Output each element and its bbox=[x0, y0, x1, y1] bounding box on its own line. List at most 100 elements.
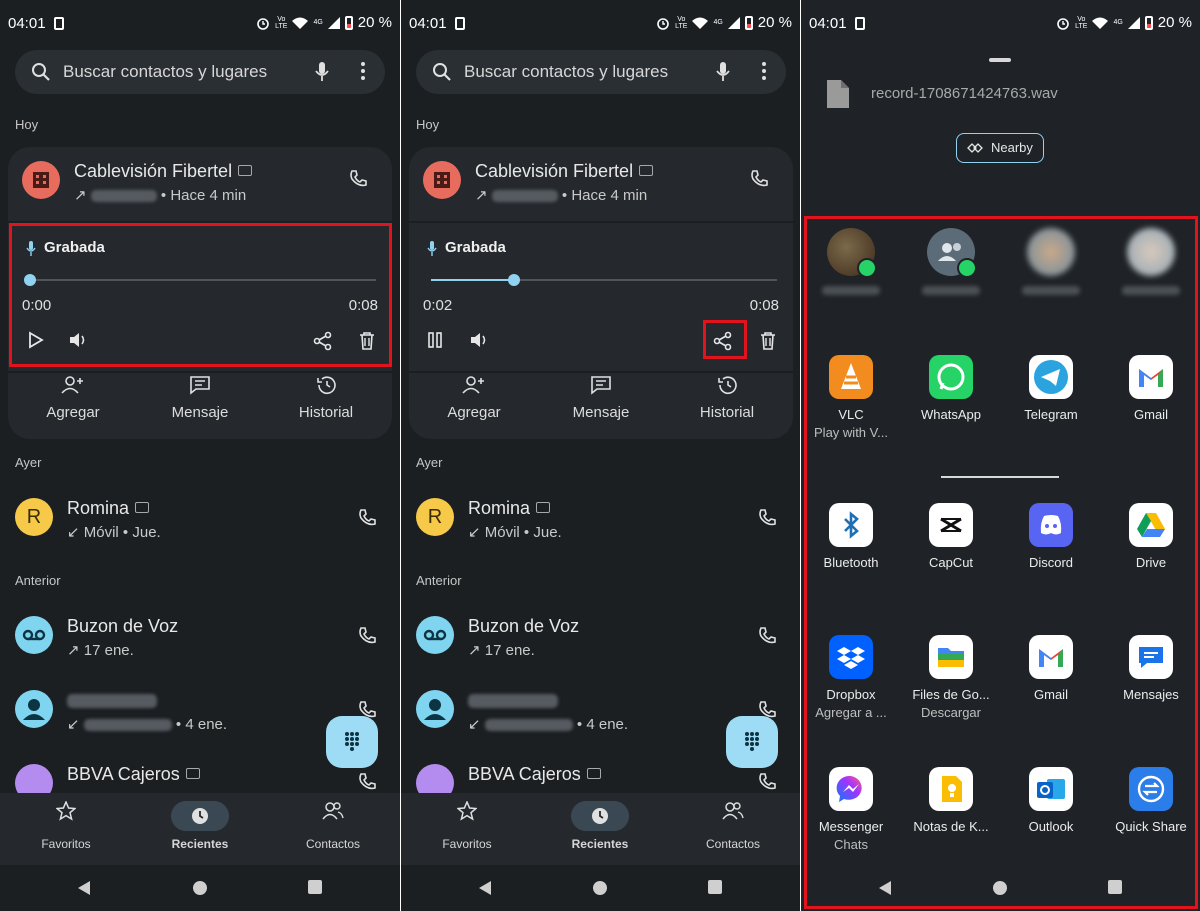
network-type-label: 4G bbox=[713, 19, 723, 26]
back-icon[interactable] bbox=[477, 880, 493, 896]
contact-name[interactable]: Buzon de Voz bbox=[468, 616, 579, 637]
message-button[interactable]: Mensaje bbox=[150, 375, 250, 421]
call-icon[interactable] bbox=[357, 772, 377, 792]
dialpad-button[interactable] bbox=[326, 716, 378, 768]
tab-recents[interactable]: Recientes bbox=[145, 801, 255, 851]
section-header-yesterday: Ayer bbox=[15, 455, 42, 470]
delete-icon[interactable] bbox=[759, 331, 777, 351]
blurred-name bbox=[468, 694, 558, 709]
section-header-earlier: Anterior bbox=[416, 573, 462, 588]
pause-icon[interactable] bbox=[427, 331, 443, 349]
search-placeholder: Buscar contactos y lugares bbox=[63, 62, 268, 81]
search-icon bbox=[433, 63, 451, 81]
more-options-icon[interactable] bbox=[762, 62, 766, 80]
wifi-icon bbox=[292, 17, 309, 29]
battery-icon bbox=[1144, 15, 1153, 30]
home-icon[interactable] bbox=[192, 880, 208, 896]
search-bar[interactable]: Buscar contactos y lugares bbox=[416, 50, 786, 94]
recents-overview-icon[interactable] bbox=[308, 880, 322, 894]
wifi-icon bbox=[1092, 17, 1109, 29]
phone-app-playing-panel: 04:01 Vo LTE 4G 20 % Buscar contactos y l… bbox=[401, 0, 800, 911]
tab-favorites[interactable]: Favoritos bbox=[11, 800, 121, 851]
building-icon bbox=[434, 172, 450, 188]
battery-level: 20 % bbox=[1157, 14, 1192, 31]
contact-name[interactable]: Cablevisión Fibertel bbox=[74, 161, 253, 182]
more-options-icon[interactable] bbox=[361, 62, 365, 80]
contact-name[interactable]: Romina bbox=[67, 498, 150, 519]
history-button[interactable]: Historial bbox=[276, 375, 376, 421]
call-icon[interactable] bbox=[757, 508, 777, 528]
star-icon bbox=[55, 800, 77, 821]
call-detail: ↙ Móvil • Jue. bbox=[67, 524, 161, 541]
volume-icon[interactable] bbox=[469, 331, 489, 349]
message-label: Mensaje bbox=[171, 404, 229, 421]
tab-favorites-label: Favoritos bbox=[41, 837, 91, 851]
recents-overview-icon[interactable] bbox=[708, 880, 722, 894]
back-icon[interactable] bbox=[76, 880, 92, 896]
building-icon bbox=[33, 172, 49, 188]
nearby-label: Nearby bbox=[991, 140, 1033, 155]
volte-icon: Vo LTE bbox=[675, 15, 688, 30]
home-icon[interactable] bbox=[592, 880, 608, 896]
call-icon[interactable] bbox=[757, 772, 777, 792]
tab-recents[interactable]: Recientes bbox=[545, 801, 655, 851]
call-icon[interactable] bbox=[357, 508, 377, 528]
blurred-number bbox=[90, 190, 157, 203]
message-button[interactable]: Mensaje bbox=[551, 375, 651, 421]
call-detail: ↗ 17 ene. bbox=[67, 642, 134, 659]
dialpad-icon bbox=[745, 732, 759, 751]
call-icon[interactable] bbox=[357, 626, 377, 646]
tab-recents-label: Recientes bbox=[571, 837, 629, 851]
status-time: 04:01 bbox=[8, 15, 46, 32]
history-icon bbox=[317, 376, 336, 395]
rtt-tag-icon bbox=[536, 501, 551, 513]
add-contact-button[interactable]: Agregar bbox=[23, 375, 123, 421]
section-header-today: Hoy bbox=[15, 117, 39, 132]
history-button[interactable]: Historial bbox=[677, 375, 777, 421]
sheet-drag-handle[interactable] bbox=[989, 58, 1011, 62]
nearby-share-button[interactable]: Nearby bbox=[956, 133, 1044, 163]
battery-icon bbox=[744, 15, 753, 30]
contact-name[interactable]: Romina bbox=[468, 498, 551, 519]
rtt-tag-icon bbox=[639, 164, 654, 176]
system-navigation-bar bbox=[401, 865, 800, 911]
contact-name[interactable]: Buzon de Voz bbox=[67, 616, 178, 637]
call-icon[interactable] bbox=[348, 169, 368, 189]
search-bar[interactable]: Buscar contactos y lugares bbox=[15, 50, 385, 94]
contact-name[interactable]: BBVA Cajeros bbox=[468, 764, 601, 785]
tab-contacts[interactable]: Contactos bbox=[678, 801, 788, 851]
call-icon[interactable] bbox=[749, 169, 769, 189]
tab-contacts[interactable]: Contactos bbox=[278, 801, 388, 851]
add-person-icon bbox=[61, 376, 83, 394]
dialpad-button[interactable] bbox=[726, 716, 778, 768]
call-detail: ↗ • Hace 4 min bbox=[475, 187, 648, 204]
seekbar-thumb[interactable] bbox=[508, 274, 521, 286]
add-contact-button[interactable]: Agregar bbox=[424, 375, 524, 421]
contact-name[interactable] bbox=[67, 690, 157, 711]
signal-icon bbox=[1127, 16, 1140, 29]
tab-favorites[interactable]: Favoritos bbox=[412, 800, 522, 851]
contact-avatar bbox=[416, 690, 454, 728]
total-time: 0:08 bbox=[749, 297, 779, 314]
call-detail: ↙ • 4 ene. bbox=[468, 716, 629, 733]
call-icon[interactable] bbox=[757, 626, 777, 646]
contact-name[interactable] bbox=[468, 690, 558, 711]
playback-seekbar[interactable] bbox=[431, 274, 777, 286]
dialpad-icon bbox=[345, 732, 359, 751]
section-header-today: Hoy bbox=[416, 117, 440, 132]
microphone-icon[interactable] bbox=[315, 61, 329, 83]
contacts-icon bbox=[322, 802, 344, 820]
microphone-icon[interactable] bbox=[716, 61, 730, 83]
network-type-label: 4G bbox=[313, 19, 323, 26]
contact-name[interactable]: Cablevisión Fibertel bbox=[475, 161, 654, 182]
business-avatar bbox=[22, 161, 60, 199]
message-icon bbox=[591, 376, 611, 395]
blurred-number bbox=[83, 719, 172, 732]
history-icon bbox=[718, 376, 737, 395]
add-contact-label: Agregar bbox=[447, 404, 501, 421]
clock-icon bbox=[192, 807, 208, 824]
volte-icon: Vo LTE bbox=[275, 15, 288, 30]
volte-icon: Vo LTE bbox=[1075, 15, 1088, 30]
add-contact-label: Agregar bbox=[46, 404, 100, 421]
contact-name[interactable]: BBVA Cajeros bbox=[67, 764, 200, 785]
